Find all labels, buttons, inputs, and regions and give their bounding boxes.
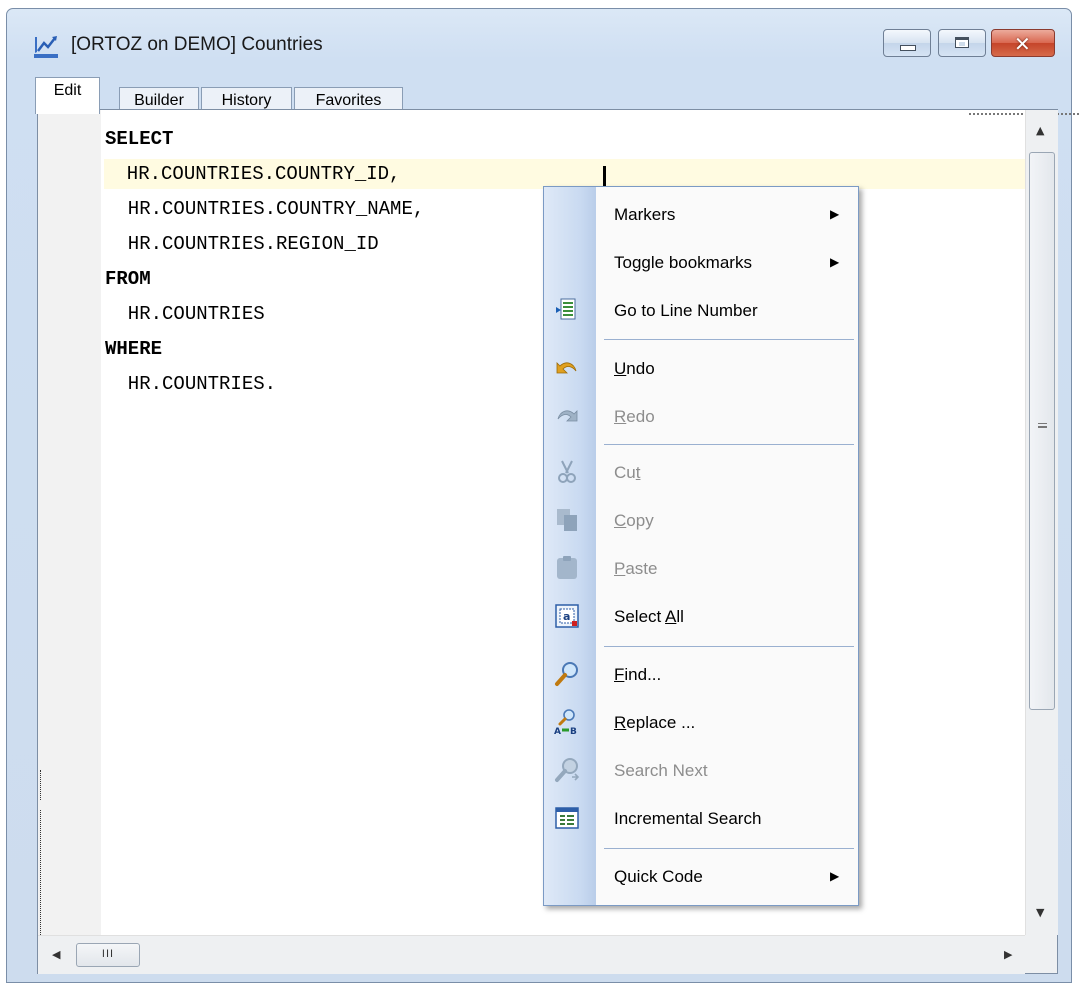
cut-icon	[558, 460, 576, 483]
paste-icon	[557, 556, 577, 579]
code-line: HR.COUNTRIES.REGION_ID	[105, 233, 379, 255]
query-editor-window: [ORTOZ on DEMO] Countries ✕ Edit Builder…	[6, 8, 1080, 983]
menu-item-quick-code[interactable]: Quick Code ▶	[544, 855, 858, 899]
code-line: HR.COUNTRIES	[105, 303, 265, 325]
menu-separator	[604, 444, 854, 445]
undo-icon	[556, 362, 577, 374]
maximize-button[interactable]	[938, 29, 986, 57]
code-line: HR.COUNTRIES.COUNTRY_NAME,	[105, 198, 425, 220]
menu-item-undo[interactable]: Undo	[544, 347, 858, 391]
close-icon: ✕	[1014, 32, 1031, 56]
redo-icon	[557, 410, 578, 422]
select-all-icon: a	[555, 604, 579, 628]
scroll-left-arrow-icon[interactable]: ◀	[52, 948, 60, 961]
code-line: FROM	[105, 268, 151, 290]
code-line-current: HR.COUNTRIES.COUNTRY_ID,	[104, 159, 1025, 189]
code-line: WHERE	[105, 338, 163, 360]
line-gutter[interactable]	[38, 110, 101, 935]
gutter-marker	[40, 810, 42, 935]
scroll-right-arrow-icon[interactable]: ▶	[1004, 948, 1012, 961]
svg-text:B: B	[570, 727, 577, 735]
menu-item-replace[interactable]: A B Replace ...	[544, 701, 858, 745]
title-bar[interactable]: [ORTOZ on DEMO] Countries ✕	[7, 9, 1071, 69]
menu-item-incremental-search[interactable]: Incremental Search	[544, 797, 858, 841]
menu-item-paste[interactable]: Paste	[544, 547, 858, 591]
horizontal-scrollbar[interactable]: ◀ III ▶	[38, 935, 1025, 974]
sql-editor-app-icon	[34, 36, 58, 58]
tab-edit[interactable]: Edit	[35, 77, 100, 114]
menu-item-markers[interactable]: Markers ▶	[544, 193, 858, 237]
close-button[interactable]: ✕	[991, 29, 1055, 57]
submenu-arrow-icon: ▶	[830, 255, 840, 269]
scroll-down-arrow-icon[interactable]: ▼	[1036, 906, 1044, 919]
grip-icon	[1038, 423, 1047, 428]
menu-item-cut[interactable]: Cut	[544, 451, 858, 495]
menu-item-find[interactable]: Find...	[544, 653, 858, 697]
svg-text:a: a	[563, 610, 570, 623]
vertical-scrollbar[interactable]: ▲ ▼	[1025, 110, 1058, 935]
gutter-marker	[40, 770, 42, 800]
goto-line-icon	[556, 298, 576, 320]
context-menu: Markers ▶ Toggle bookmarks ▶ Go to Line …	[543, 186, 859, 906]
window-title: [ORTOZ on DEMO] Countries	[71, 34, 323, 55]
copy-icon	[557, 509, 577, 531]
code-line: SELECT	[105, 128, 174, 150]
replace-icon: A B	[554, 709, 577, 735]
search-next-icon	[555, 758, 580, 782]
menu-item-search-next[interactable]: Search Next	[544, 749, 858, 793]
menu-separator	[604, 339, 854, 340]
minimize-button[interactable]	[883, 29, 931, 57]
code-line: HR.COUNTRIES.	[105, 373, 277, 395]
scroll-up-arrow-icon[interactable]: ▲	[1036, 124, 1044, 137]
incremental-search-icon	[555, 807, 579, 829]
menu-item-toggle-bookmarks[interactable]: Toggle bookmarks ▶	[544, 241, 858, 285]
menu-item-go-to-line[interactable]: Go to Line Number	[544, 289, 858, 333]
menu-item-copy[interactable]: Copy	[544, 499, 858, 543]
find-icon	[555, 662, 578, 686]
menu-separator	[604, 848, 854, 849]
submenu-arrow-icon: ▶	[830, 207, 840, 221]
horizontal-scroll-thumb[interactable]: III	[76, 943, 140, 967]
minimize-icon	[900, 45, 916, 51]
vertical-scroll-thumb[interactable]	[1029, 152, 1055, 710]
maximize-icon	[955, 37, 969, 48]
menu-item-redo[interactable]: Redo	[544, 395, 858, 439]
submenu-arrow-icon: ▶	[830, 869, 840, 883]
svg-text:A: A	[554, 727, 561, 735]
menu-separator	[604, 646, 854, 647]
scrollbar-corner	[1025, 935, 1057, 973]
menu-item-select-all[interactable]: a Select All	[544, 595, 858, 639]
